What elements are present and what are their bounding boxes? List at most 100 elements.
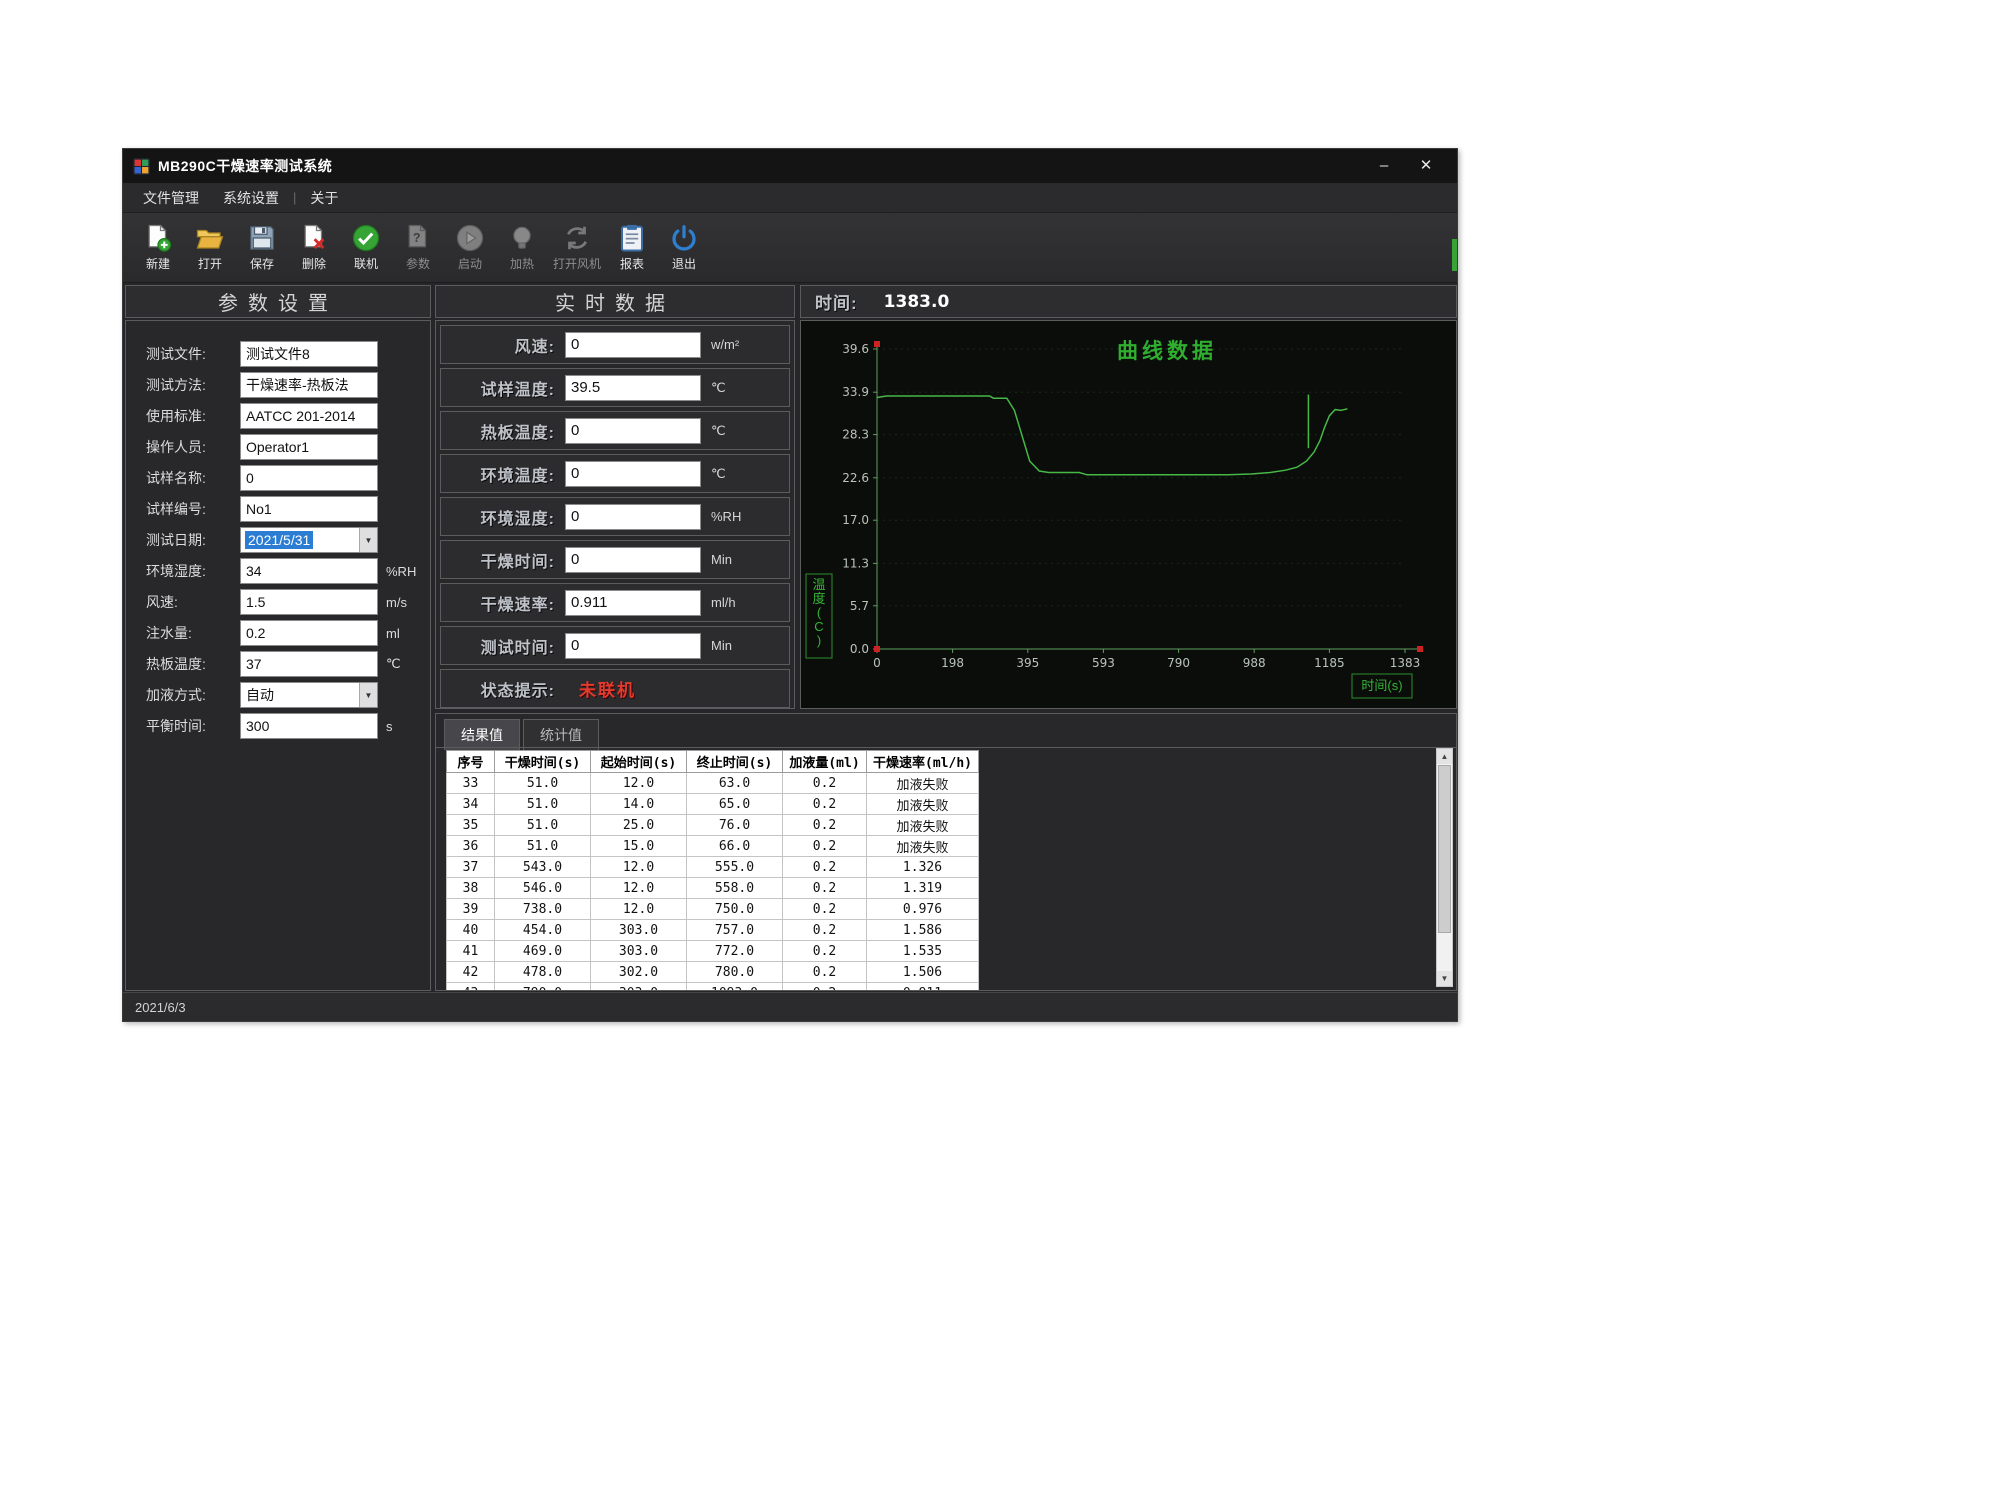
realtime-input[interactable]: 0 [565,418,701,444]
toolbar-button-heat-bulb[interactable]: 加热 [497,220,547,275]
realtime-input[interactable]: 0 [565,332,701,358]
realtime-input[interactable]: 0 [565,504,701,530]
table-cell: 41 [447,941,495,962]
realtime-input[interactable]: 0.911 [565,590,701,616]
tab-statistics[interactable]: 统计值 [523,719,599,750]
y-axis-ticks: 39.633.928.322.617.011.35.70.0 [842,342,877,656]
chevron-down-icon[interactable]: ▼ [359,683,377,707]
params-fields: 测试文件:测试文件8测试方法:干燥速率-热板法使用标准:AATCC 201-20… [126,321,430,990]
param-field-row: 平衡时间:300s [146,713,430,739]
toolbar-button-save[interactable]: 保存 [237,220,287,275]
param-select[interactable]: 自动▼ [240,682,378,708]
status-value: 未联机 [579,676,636,701]
menu-item-1[interactable]: 文件管理 [131,184,211,212]
param-input-value: 37 [246,656,262,672]
table-cell: 303.0 [591,920,687,941]
toolbar-button-start[interactable]: 启动 [445,220,495,275]
param-input[interactable]: 0 [240,465,378,491]
scrollbar-thumb[interactable] [1438,765,1451,933]
realtime-unit: Min [711,552,732,567]
scroll-down-icon[interactable]: ▼ [1437,971,1452,986]
close-button[interactable]: ✕ [1405,149,1447,183]
param-select-value: 2021/5/31 [245,531,313,549]
table-cell: 37 [447,857,495,878]
toolbar-button-label: 报表 [620,255,644,272]
table-cell: 36 [447,836,495,857]
toolbar-button-open-folder[interactable]: 打开 [185,220,235,275]
table-cell: 738.0 [495,899,591,920]
toolbar-accent [1452,239,1457,271]
svg-text:度: 度 [812,591,825,606]
svg-text:1383: 1383 [1390,656,1421,670]
toolbar-button-label: 打开风机 [553,255,601,272]
table-cell: 25.0 [591,815,687,836]
realtime-section-header: 实时数据 [435,285,795,318]
param-label: 风速: [146,592,240,612]
table-row[interactable]: 3551.025.076.00.2加液失败 [447,815,979,836]
table-row[interactable]: 39738.012.0750.00.20.976 [447,899,979,920]
param-input[interactable]: 1.5 [240,589,378,615]
tab-results[interactable]: 结果值 [444,719,520,750]
table-row[interactable]: 3451.014.065.00.2加液失败 [447,794,979,815]
realtime-input[interactable]: 0 [565,633,701,659]
param-input[interactable]: AATCC 201-2014 [240,403,378,429]
app-window: MB290C干燥速率测试系统 – ✕ 文件管理系统设置|关于 新建打开保存删除联… [122,148,1458,1022]
table-row[interactable]: 42478.0302.0780.00.21.506 [447,962,979,983]
scroll-up-icon[interactable]: ▲ [1437,749,1452,764]
table-cell: 63.0 [687,773,783,794]
column-header: 起始时间(s) [591,751,687,773]
realtime-input[interactable]: 0 [565,547,701,573]
svg-text:时间(s): 时间(s) [1361,678,1402,693]
realtime-field-row: 风速:0w/m² [440,325,790,364]
realtime-field-row: 试样温度:39.5℃ [440,368,790,407]
time-value: 1383.0 [884,292,950,312]
param-input[interactable]: 测试文件8 [240,341,378,367]
param-input[interactable]: No1 [240,496,378,522]
table-cell: 76.0 [687,815,783,836]
realtime-unit: ℃ [711,466,726,482]
param-field-row: 环境湿度:34%RH [146,558,430,584]
chevron-down-icon[interactable]: ▼ [359,528,377,552]
table-row[interactable]: 41469.0303.0772.00.21.535 [447,941,979,962]
param-unit: m/s [386,595,407,610]
toolbar-button-delete-doc[interactable]: 删除 [289,220,339,275]
svg-text:温: 温 [812,577,825,592]
table-row[interactable]: 40454.0303.0757.00.21.586 [447,920,979,941]
menu-item-2[interactable]: 系统设置 [211,184,291,212]
table-row[interactable]: 37543.012.0555.00.21.326 [447,857,979,878]
realtime-input[interactable]: 39.5 [565,375,701,401]
param-field-row: 测试方法:干燥速率-热板法 [146,372,430,398]
table-cell: 0.2 [783,815,867,836]
param-select[interactable]: 2021/5/31 ▼ [240,527,378,553]
table-row[interactable]: 3651.015.066.00.2加液失败 [447,836,979,857]
param-input[interactable]: 34 [240,558,378,584]
table-row[interactable]: 43790.0303.01093.00.20.911 [447,983,979,992]
table-row[interactable]: 38546.012.0558.00.21.319 [447,878,979,899]
toolbar-button-new-doc[interactable]: 新建 [133,220,183,275]
realtime-field-row: 热板温度:0℃ [440,411,790,450]
tab-divider [436,747,1456,748]
toolbar-button-params-doc[interactable]: ?参数 [393,220,443,275]
realtime-input[interactable]: 0 [565,461,701,487]
realtime-field-row: 干燥时间:0Min [440,540,790,579]
toolbar-button-exit-power[interactable]: 退出 [659,220,709,275]
svg-text:1185: 1185 [1314,656,1345,670]
toolbar-button-fan-refresh[interactable]: 打开风机 [549,220,605,275]
toolbar-button-report-clipboard[interactable]: 报表 [607,220,657,275]
table-row[interactable]: 3351.012.063.00.2加液失败 [447,773,979,794]
minimize-button[interactable]: – [1363,149,1405,183]
realtime-label: 热板温度: [449,419,555,443]
toolbar-button-connect[interactable]: 联机 [341,220,391,275]
realtime-unit: Min [711,638,732,653]
param-input[interactable]: Operator1 [240,434,378,460]
param-input[interactable]: 0.2 [240,620,378,646]
param-input[interactable]: 37 [240,651,378,677]
params-title: 参数设置 [218,287,338,316]
svg-text:198: 198 [941,656,964,670]
param-input[interactable]: 300 [240,713,378,739]
menu-item-3[interactable]: 关于 [298,184,350,212]
realtime-field-row: 状态提示:未联机 [440,669,790,708]
param-input[interactable]: 干燥速率-热板法 [240,372,378,398]
vertical-scrollbar[interactable]: ▲ ▼ [1436,748,1453,987]
temperature-curve [877,396,1347,475]
